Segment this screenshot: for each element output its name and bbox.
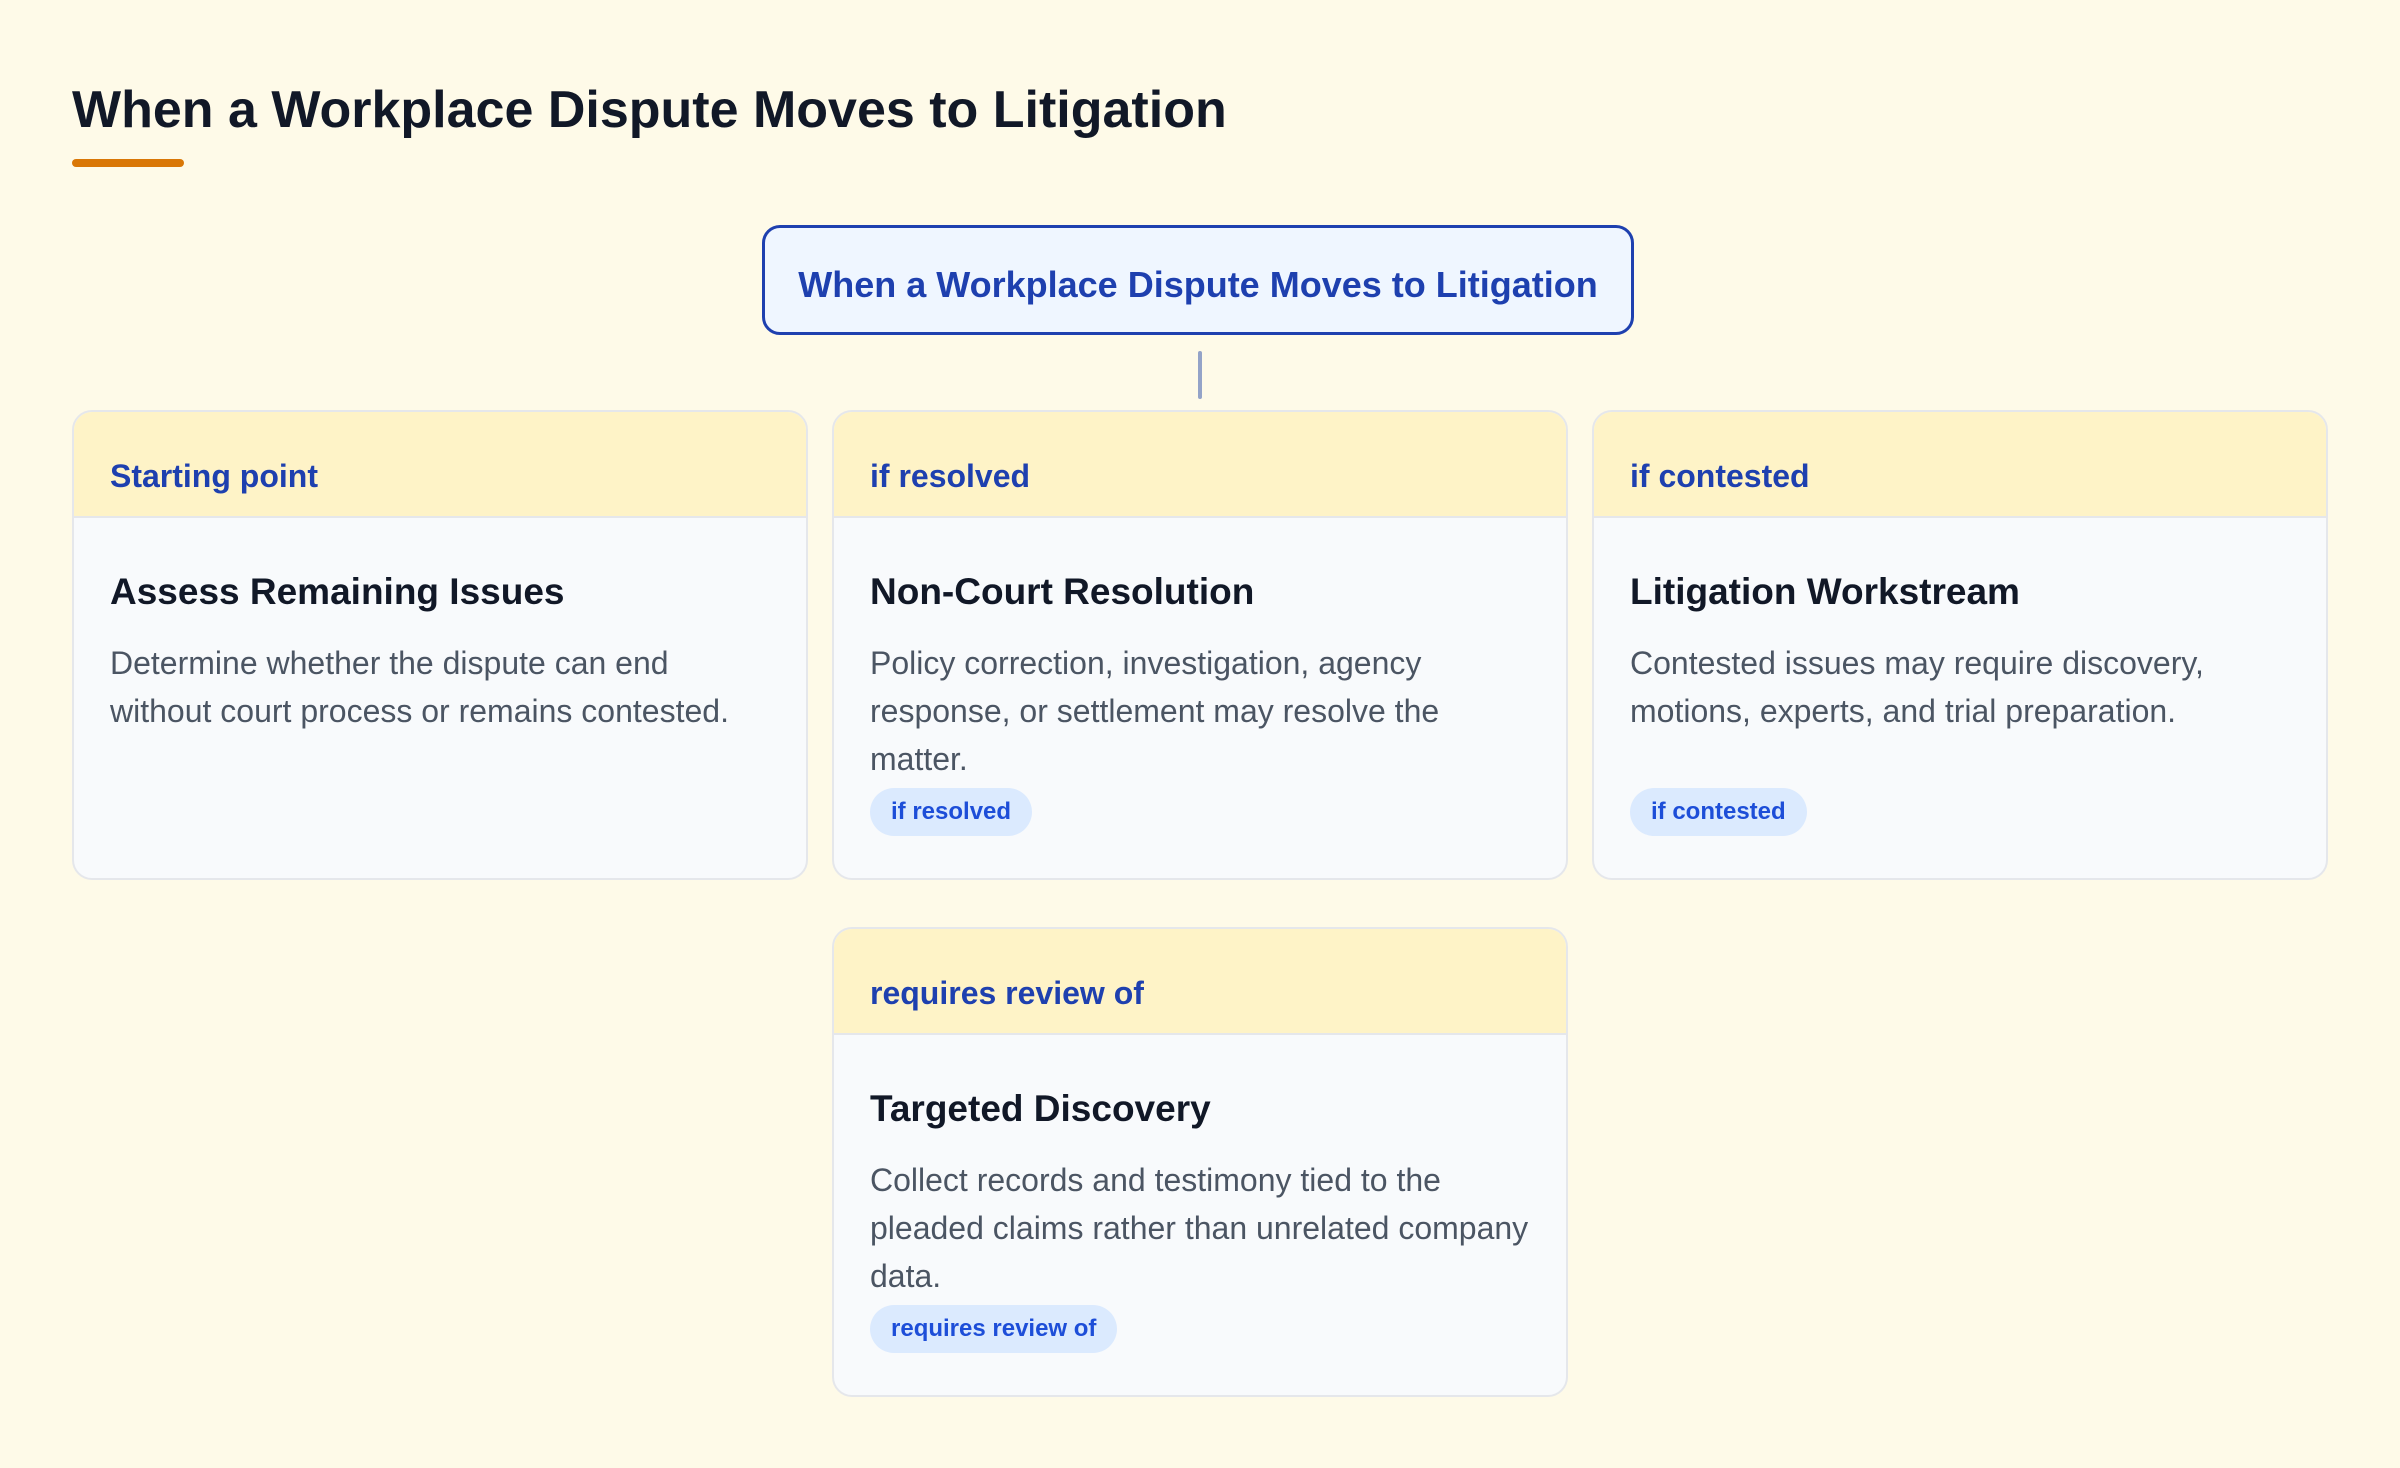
card-title: Litigation Workstream bbox=[1630, 571, 2020, 612]
card-description: Collect records and testimony tied to th… bbox=[870, 1161, 1529, 1294]
edge-label-pill: if contested bbox=[1630, 788, 1807, 836]
card-title: Targeted Discovery bbox=[870, 1088, 1211, 1129]
card-body: Non-Court Resolution Policy correction, … bbox=[834, 518, 1566, 783]
card-tag: if contested bbox=[1630, 458, 1810, 494]
card-body: Assess Remaining Issues Determine whethe… bbox=[74, 518, 806, 735]
page-title: When a Workplace Dispute Moves to Litiga… bbox=[72, 81, 1227, 139]
card-tag: Starting point bbox=[110, 458, 318, 494]
card-title: Non-Court Resolution bbox=[870, 571, 1255, 612]
card-header: Starting point bbox=[74, 412, 806, 518]
edge-label-pill: if resolved bbox=[870, 788, 1033, 836]
card-description: Policy correction, investigation, agency… bbox=[870, 644, 1440, 777]
card-litigation-workstream[interactable]: if contested Litigation Workstream Conte… bbox=[1592, 410, 2328, 880]
card-description: Determine whether the dispute can end wi… bbox=[110, 644, 729, 729]
card-assess-remaining-issues[interactable]: Starting point Assess Remaining Issues D… bbox=[72, 410, 808, 880]
card-body: Litigation Workstream Contested issues m… bbox=[1594, 518, 2326, 735]
card-targeted-discovery[interactable]: requires review of Targeted Discovery Co… bbox=[832, 927, 1568, 1397]
card-tag: requires review of bbox=[870, 975, 1144, 1011]
card-non-court-resolution[interactable]: if resolved Non-Court Resolution Policy … bbox=[832, 410, 1568, 880]
root-node-label: When a Workplace Dispute Moves to Litiga… bbox=[798, 264, 1598, 305]
root-connector-line bbox=[1198, 351, 1202, 399]
card-header: if contested bbox=[1594, 412, 2326, 518]
card-title: Assess Remaining Issues bbox=[110, 571, 565, 612]
card-header: if resolved bbox=[834, 412, 1566, 518]
root-node[interactable]: When a Workplace Dispute Moves to Litiga… bbox=[762, 225, 1634, 335]
card-tag: if resolved bbox=[870, 458, 1031, 494]
card-body: Targeted Discovery Collect records and t… bbox=[834, 1035, 1566, 1300]
title-underline bbox=[72, 159, 184, 167]
card-description: Contested issues may require discovery, … bbox=[1630, 644, 2204, 729]
edge-label-pill: requires review of bbox=[870, 1305, 1118, 1353]
card-header: requires review of bbox=[834, 929, 1566, 1035]
